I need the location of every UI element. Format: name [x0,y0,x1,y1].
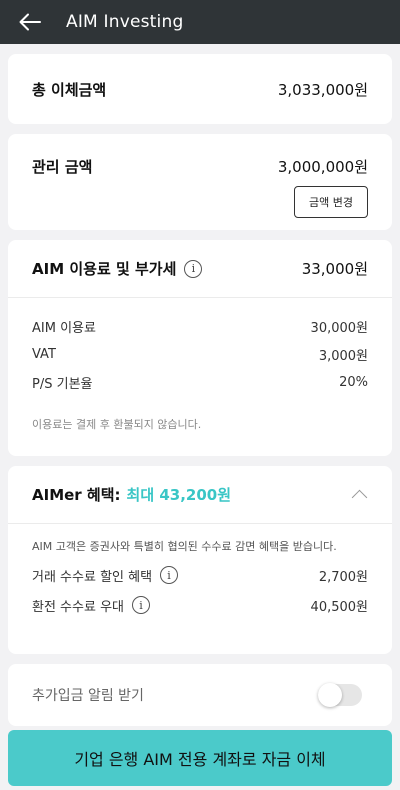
aimer-benefit-card: AIMer 혜택: 최대 43,200원 AIM 고객은 증권사와 특별히 협의… [8,466,392,654]
chevron-up-icon[interactable] [350,486,368,504]
total-transfer-value: 3,033,000원 [277,80,368,99]
benefit-item-label: 환전 수수료 우대 [32,599,124,615]
benefit-item-label: 거래 수수료 할인 혜택 [32,569,153,585]
fee-item-vat: VAT 3,000원 [32,340,368,368]
aimer-description: AIM 고객은 증권사와 특별히 협의된 수수료 감면 혜택을 받습니다. [32,540,337,553]
managed-amount-card: 관리 금액 3,000,000원 금액 변경 [8,134,392,230]
deposit-alert-toggle[interactable] [318,683,362,707]
aimer-title: AIMer 혜택: [32,486,121,504]
fee-item-value: 3,000원 [318,348,368,364]
managed-amount-value: 3,000,000원 [277,158,368,176]
fee-item-label: AIM 이용료 [32,320,96,336]
total-transfer-card: 총 이체금액 3,033,000원 [8,54,392,124]
fee-item-label: VAT [32,346,56,362]
page-title: AIM Investing [66,12,184,32]
fee-item-value: 20% [339,374,368,390]
info-icon[interactable]: i [184,259,203,278]
refund-note: 이용료는 결제 후 환불되지 않습니다. [32,418,202,431]
deposit-alert-label: 추가입금 알림 받기 [32,688,144,704]
aimer-max-benefit: 최대 43,200원 [126,486,232,504]
benefit-item-value: 40,500원 [310,599,368,615]
total-transfer-label: 총 이체금액 [32,80,107,99]
fee-item-ps-rate: P/S 기본율 20% [32,368,368,396]
arrow-left-icon [19,13,41,31]
info-icon[interactable]: i [160,566,179,584]
aimer-benefit-header[interactable]: AIMer 혜택: 최대 43,200원 [8,466,392,524]
change-amount-button[interactable]: 금액 변경 [294,186,368,218]
back-button[interactable] [8,0,52,44]
app-bar: AIM Investing [0,0,400,44]
fee-label: AIM 이용료 및 부가세 [32,260,177,278]
fee-card: AIM 이용료 및 부가세 i 33,000원 AIM 이용료 30,000원 … [8,240,392,456]
benefit-item-value: 2,700원 [318,569,368,585]
fee-item-aim: AIM 이용료 30,000원 [32,312,368,340]
managed-amount-label: 관리 금액 [32,158,93,176]
transfer-funds-button[interactable]: 기업 은행 AIM 전용 계좌로 자금 이체 [8,730,392,786]
info-icon[interactable]: i [132,596,150,614]
fee-item-label: P/S 기본율 [32,376,93,392]
benefit-item-exchange-fee: 환전 수수료 우대 i 40,500원 [32,590,368,620]
deposit-alert-card: 추가입금 알림 받기 [8,664,392,726]
fee-item-value: 30,000원 [310,320,368,336]
fee-value: 33,000원 [301,260,368,278]
benefit-item-trade-fee: 거래 수수료 할인 혜택 i 2,700원 [32,560,368,590]
